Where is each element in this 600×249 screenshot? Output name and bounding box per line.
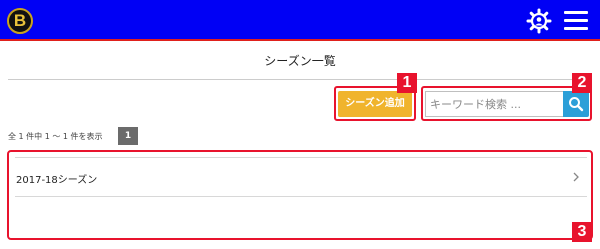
callout-box-season-list: 2017-18シーズン (7, 150, 593, 240)
brand-logo[interactable]: B (7, 8, 33, 34)
app-header: B (0, 0, 600, 41)
chevron-right-icon (573, 172, 579, 182)
search-icon (569, 97, 584, 112)
callout-number-2: 2 (572, 73, 592, 93)
search-button[interactable] (563, 91, 589, 117)
season-label: 2017-18シーズン (16, 175, 98, 186)
hamburger-menu-icon[interactable] (564, 10, 588, 32)
title-divider (8, 79, 592, 80)
page-title: シーズン一覧 (264, 54, 336, 68)
season-list-item[interactable]: 2017-18シーズン (15, 157, 587, 197)
result-count-text: 全 1 件中 1 〜 1 件を表示 (8, 132, 103, 141)
keyword-search-input[interactable] (425, 91, 563, 117)
add-season-button[interactable]: シーズン追加 (338, 91, 412, 117)
callout-box-search (421, 86, 592, 121)
settings-gear-icon[interactable] (526, 8, 552, 34)
pagination-page-1[interactable]: 1 (118, 127, 138, 145)
callout-number-3: 3 (572, 222, 592, 242)
callout-number-1: 1 (397, 73, 417, 93)
